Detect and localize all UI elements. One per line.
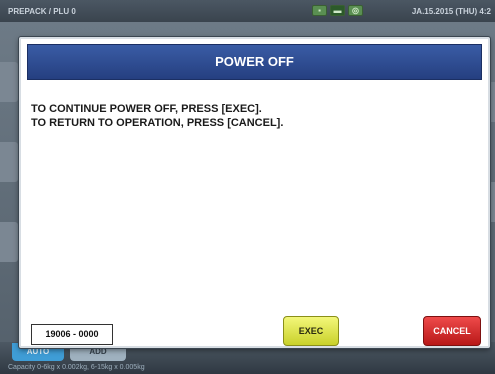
message-line: TO CONTINUE POWER OFF, PRESS [EXEC]. (31, 103, 262, 115)
capacity-text: Capacity 0-6kg x 0.002kg, 6-15kg x 0.005… (8, 364, 145, 371)
exec-button[interactable]: EXEC (283, 316, 339, 346)
breadcrumb: PREPACK / PLU 0 (8, 7, 76, 16)
bg-side-key (0, 222, 18, 262)
cancel-button[interactable]: CANCEL (423, 316, 481, 346)
network-status-icon: ◎ (348, 5, 363, 16)
dialog-title: POWER OFF (27, 44, 482, 80)
bg-side-key (0, 142, 18, 182)
status-icons: ▪ ▬ ◎ (312, 5, 363, 17)
top-status-bar: PREPACK / PLU 0 ▪ ▬ ◎ JA.15.2015 (THU) 4… (0, 0, 495, 22)
date-time: JA.15.2015 (THU) 4:2 (411, 7, 491, 16)
battery-status-icon: ▬ (330, 5, 345, 16)
message-line: TO RETURN TO OPERATION, PRESS [CANCEL]. (31, 117, 284, 129)
bg-side-key (0, 62, 18, 102)
dialog-message: TO CONTINUE POWER OFF, PRESS [EXEC]. TO … (31, 102, 478, 130)
power-off-dialog: POWER OFF TO CONTINUE POWER OFF, PRESS [… (19, 37, 490, 348)
printer-status-icon: ▪ (312, 5, 327, 16)
message-code: 19006 - 0000 (31, 324, 113, 345)
